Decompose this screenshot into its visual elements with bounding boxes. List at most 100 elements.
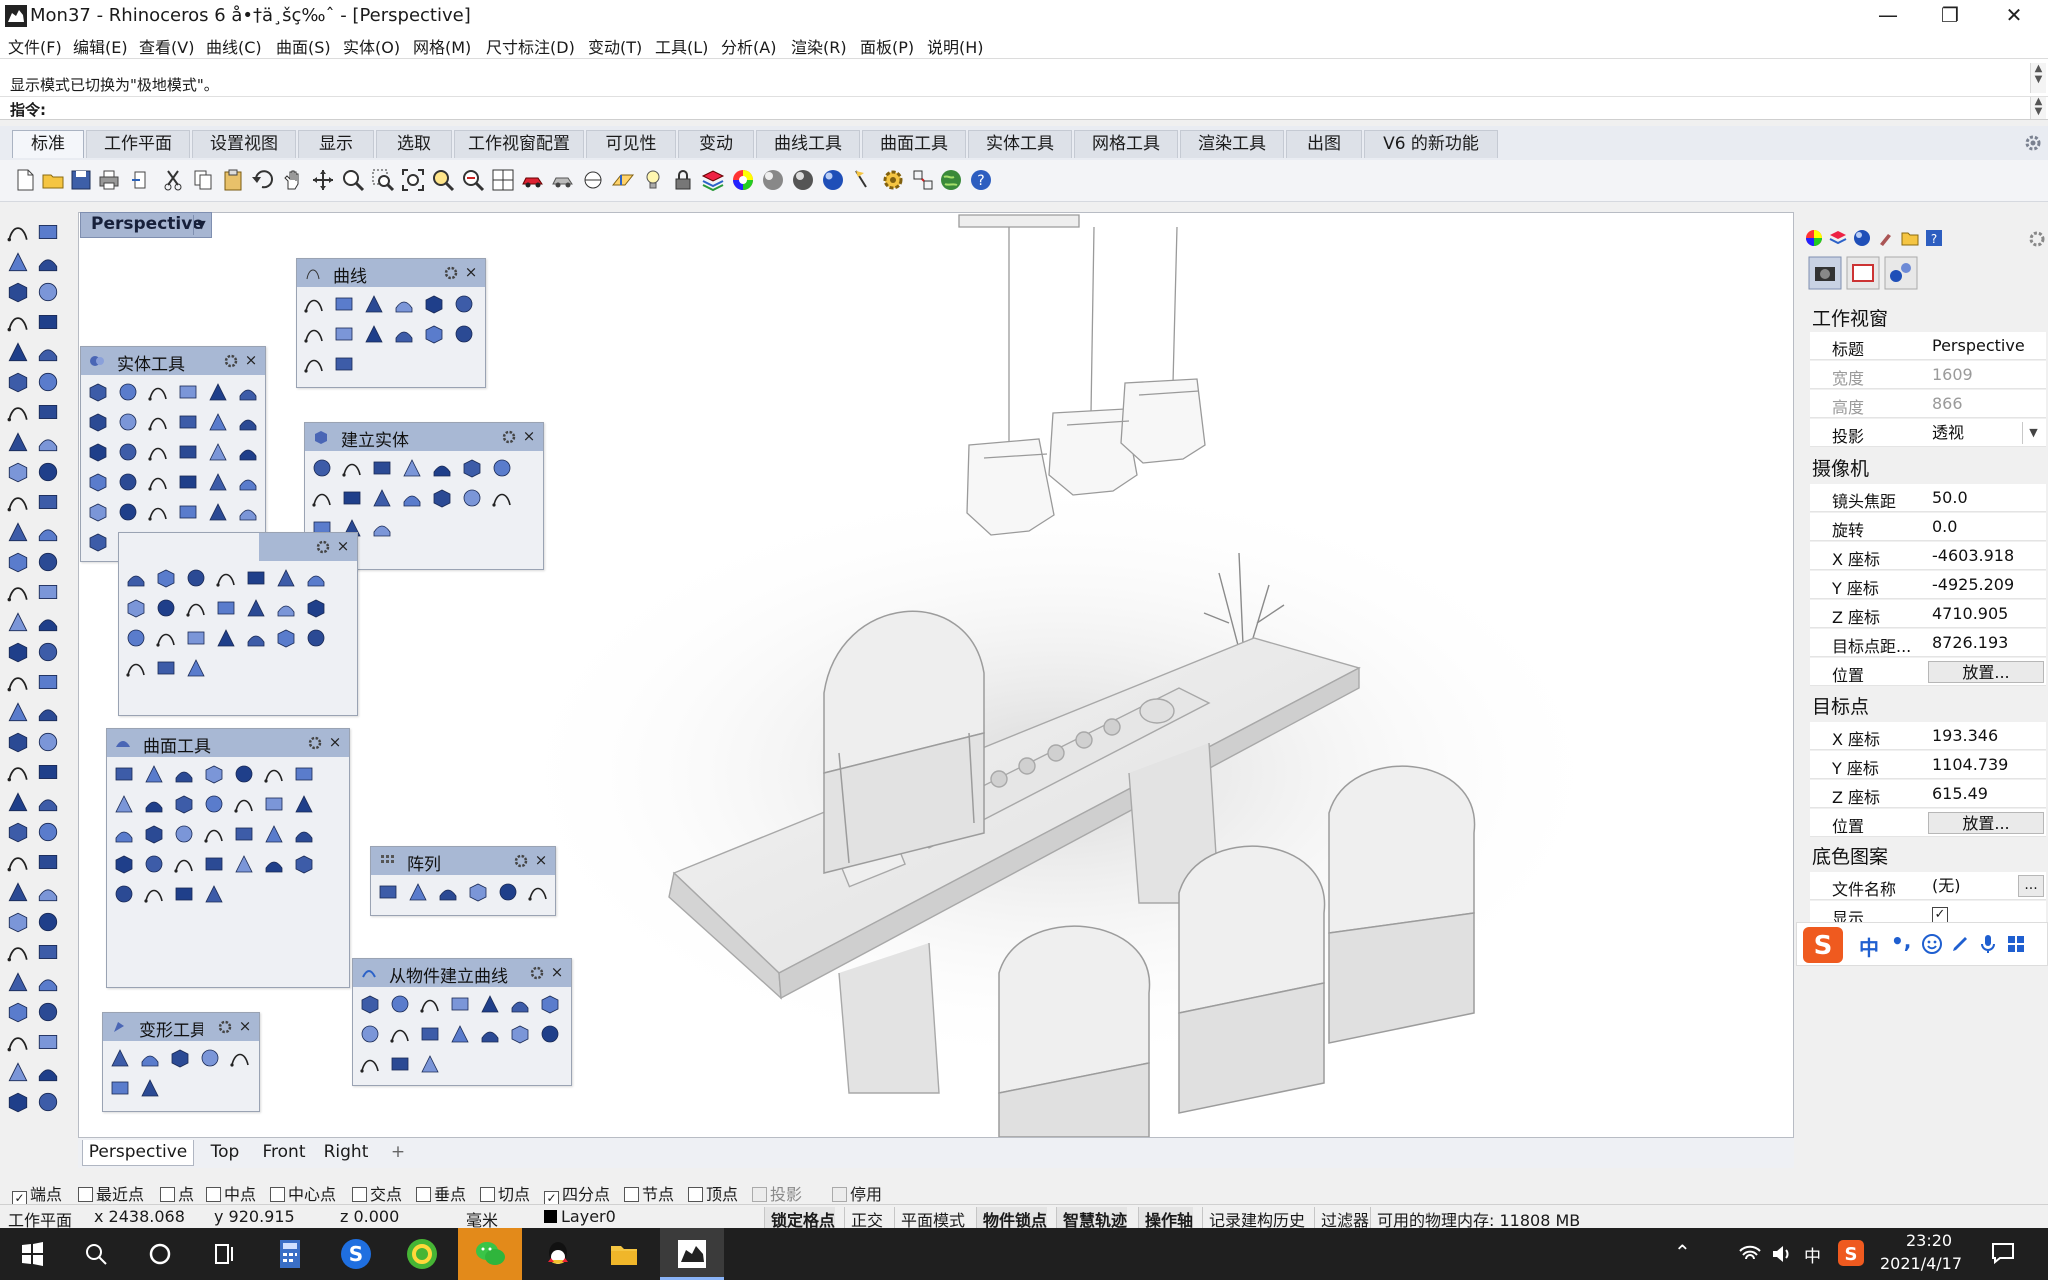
- tool-icon[interactable]: [377, 881, 399, 903]
- tool-icon[interactable]: [117, 441, 139, 463]
- tool-icon[interactable]: [497, 881, 519, 903]
- close-button[interactable]: ✕: [1984, 0, 2044, 32]
- tool-icon[interactable]: [539, 1023, 561, 1045]
- left-tool-icon[interactable]: [6, 850, 30, 874]
- help-icon[interactable]: ?: [968, 167, 994, 193]
- left-tool-icon[interactable]: [36, 430, 60, 454]
- qq-icon[interactable]: [540, 1236, 576, 1272]
- prop-cam-y-value[interactable]: -4925.209: [1928, 574, 2044, 596]
- tool-icon[interactable]: [539, 993, 561, 1015]
- paint-brush-icon[interactable]: [1876, 228, 1896, 248]
- tab-surface-tools[interactable]: 曲面工具: [862, 130, 966, 158]
- task-view-icon[interactable]: [206, 1236, 242, 1272]
- left-tool-icon[interactable]: [36, 790, 60, 814]
- tab-solid-tools[interactable]: 实体工具: [968, 130, 1072, 158]
- tool-icon[interactable]: [147, 501, 169, 523]
- left-tool-icon[interactable]: [36, 520, 60, 544]
- tool-icon[interactable]: [423, 323, 445, 345]
- left-tool-icon[interactable]: [6, 820, 30, 844]
- file-explorer-icon[interactable]: [606, 1236, 642, 1272]
- tool-icon[interactable]: [305, 567, 327, 589]
- zoom-selected-icon[interactable]: [430, 167, 456, 193]
- gear-icon[interactable]: [307, 735, 323, 751]
- tab-select[interactable]: 选取: [376, 130, 452, 158]
- viewport-tab-top[interactable]: Top: [200, 1140, 250, 1166]
- left-tool-icon[interactable]: [36, 370, 60, 394]
- prop-target-x-value[interactable]: 193.346: [1928, 725, 2044, 747]
- tool-icon[interactable]: [407, 881, 429, 903]
- add-viewport-tab-button[interactable]: +: [384, 1140, 412, 1166]
- left-tool-icon[interactable]: [36, 910, 60, 934]
- tool-icon[interactable]: [389, 1053, 411, 1075]
- left-tool-icon[interactable]: [6, 1060, 30, 1084]
- left-tool-icon[interactable]: [36, 760, 60, 784]
- tool-icon[interactable]: [117, 471, 139, 493]
- tool-icon[interactable]: [437, 881, 459, 903]
- gear-icon[interactable]: [513, 853, 529, 869]
- cortana-icon[interactable]: [142, 1236, 178, 1272]
- viewport-frame-icon[interactable]: [1846, 256, 1880, 290]
- tool-icon[interactable]: [293, 793, 315, 815]
- tool-icon[interactable]: [155, 657, 177, 679]
- tool-icon[interactable]: [363, 323, 385, 345]
- tool-icon[interactable]: [371, 487, 393, 509]
- tool-icon[interactable]: [173, 793, 195, 815]
- tool-icon[interactable]: [117, 411, 139, 433]
- tool-icon[interactable]: [293, 853, 315, 875]
- tool-icon[interactable]: [461, 457, 483, 479]
- menu-surface[interactable]: 曲面(S): [276, 34, 331, 58]
- gear-icon[interactable]: [501, 429, 517, 445]
- tool-icon[interactable]: [147, 411, 169, 433]
- tool-icon[interactable]: [147, 471, 169, 493]
- tool-icon[interactable]: [143, 793, 165, 815]
- left-tool-icon[interactable]: [36, 700, 60, 724]
- layers-icon[interactable]: [1828, 228, 1848, 248]
- tool-icon[interactable]: [401, 457, 423, 479]
- pen-icon[interactable]: [1949, 933, 1971, 955]
- close-icon[interactable]: ×: [335, 536, 351, 556]
- tool-icon[interactable]: [125, 567, 147, 589]
- tab-drafting[interactable]: 出图: [1286, 130, 1362, 158]
- tool-icon[interactable]: [275, 627, 297, 649]
- taskbar-ime-language[interactable]: 中: [1804, 1242, 1821, 1267]
- tool-icon[interactable]: [341, 487, 363, 509]
- tool-icon[interactable]: [139, 1047, 161, 1069]
- tool-icon[interactable]: [237, 501, 259, 523]
- menu-mesh[interactable]: 网格(M): [413, 34, 471, 58]
- tool-icon[interactable]: [87, 411, 109, 433]
- tool-icon[interactable]: [173, 763, 195, 785]
- tool-icon[interactable]: [303, 293, 325, 315]
- tool-icon[interactable]: [245, 627, 267, 649]
- tool-icon[interactable]: [109, 1077, 131, 1099]
- prompt-scrollbar[interactable]: ▲ ▼: [2030, 97, 2046, 119]
- camera-icon[interactable]: [1808, 256, 1842, 290]
- clock-date[interactable]: 2021/4/17: [1880, 1254, 1962, 1273]
- gear-icon[interactable]: [443, 265, 459, 281]
- tool-icon[interactable]: [207, 411, 229, 433]
- left-tool-icon[interactable]: [6, 520, 30, 544]
- tool-icon[interactable]: [389, 993, 411, 1015]
- prop-cam-z-value[interactable]: 4710.905: [1928, 603, 2044, 625]
- left-tool-icon[interactable]: [36, 940, 60, 964]
- rotate-view-icon[interactable]: [310, 167, 336, 193]
- left-tool-icon[interactable]: [36, 280, 60, 304]
- sogou-logo-icon[interactable]: S: [1803, 927, 1843, 963]
- left-tool-icon[interactable]: [6, 670, 30, 694]
- left-tool-icon[interactable]: [6, 790, 30, 814]
- left-tool-icon[interactable]: [6, 370, 30, 394]
- tool-icon[interactable]: [207, 441, 229, 463]
- left-tool-icon[interactable]: [6, 1030, 30, 1054]
- close-icon[interactable]: ×: [237, 1016, 253, 1036]
- gear-icon[interactable]: [223, 353, 239, 369]
- tool-icon[interactable]: [203, 823, 225, 845]
- tool-icon[interactable]: [203, 763, 225, 785]
- left-tool-icon[interactable]: [6, 340, 30, 364]
- tool-icon[interactable]: [177, 471, 199, 493]
- left-tool-icon[interactable]: [36, 970, 60, 994]
- prop-title-value[interactable]: Perspective: [1928, 335, 2044, 357]
- tool-icon[interactable]: [467, 881, 489, 903]
- tool-icon[interactable]: [117, 381, 139, 403]
- object-properties-icon[interactable]: [1884, 256, 1918, 290]
- left-tool-icon[interactable]: [36, 880, 60, 904]
- zoom-window-icon[interactable]: [370, 167, 396, 193]
